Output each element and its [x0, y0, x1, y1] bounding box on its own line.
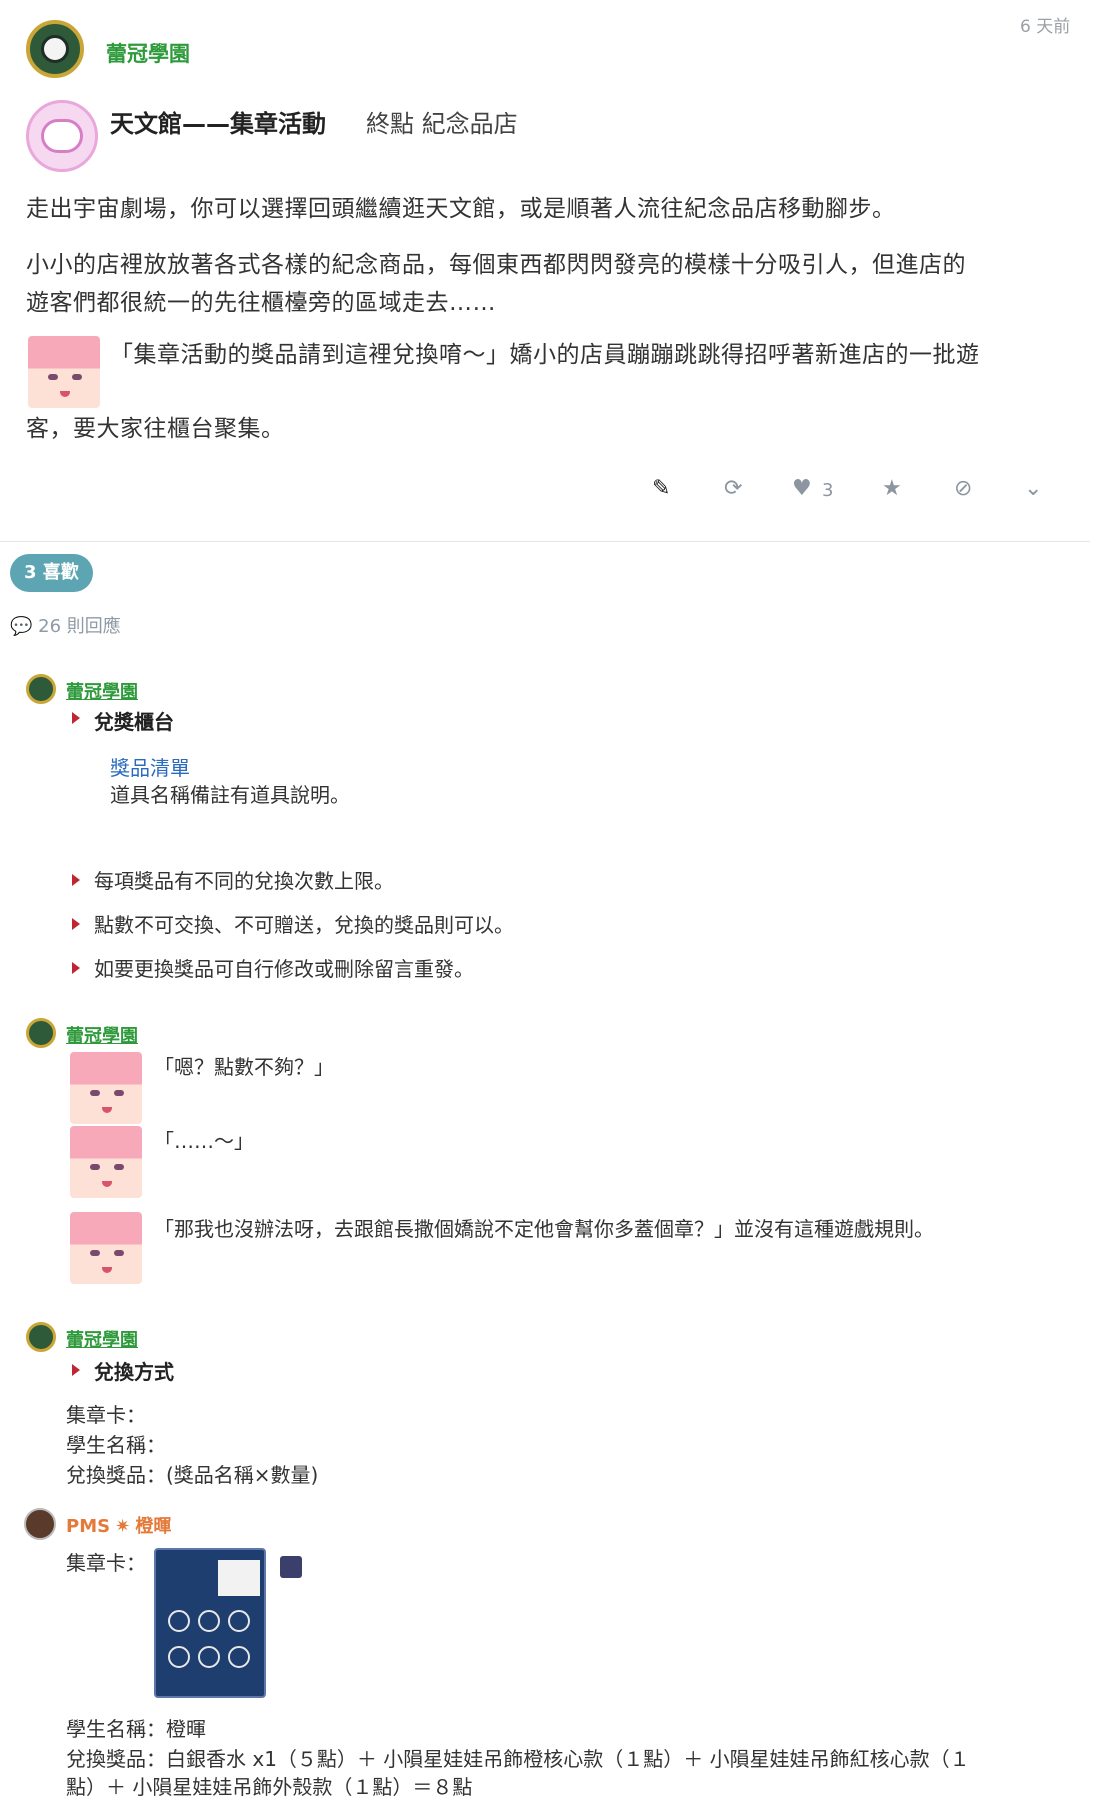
paragraph-2b: 遊客們都很統一的先往櫃檯旁的區域走去……	[26, 290, 496, 316]
clerk-avatar	[70, 1126, 142, 1198]
rule-3: 如要更換獎品可自行修改或刪除留言重發。	[94, 957, 474, 981]
post-author[interactable]: 蕾冠學園	[106, 38, 190, 68]
heart-icon[interactable]: ♥	[792, 476, 812, 501]
stamp-dot	[168, 1646, 190, 1668]
reply-student: 學生名稱：橙暉	[66, 1717, 206, 1741]
rule-1: 每項獎品有不同的兌換次數上限。	[94, 869, 394, 893]
post-title: 天文館——集章活動	[110, 110, 326, 138]
stamp-dot	[228, 1610, 250, 1632]
format-line-3: 兌換獎品：(獎品名稱×數量)	[66, 1463, 319, 1487]
quote2-author[interactable]: 蕾冠學園	[66, 1022, 138, 1048]
quote3-author[interactable]: 蕾冠學園	[66, 1326, 138, 1352]
reply-author[interactable]: PMS	[66, 1516, 110, 1537]
reply-card-label: 集章卡：	[66, 1551, 146, 1575]
reply-prize-2: 點）＋ 小隕星娃娃吊飾外殼款（１點）＝８點	[66, 1775, 473, 1799]
like-count[interactable]: 3	[822, 480, 833, 501]
flag-icon[interactable]: ⊘	[954, 476, 972, 501]
reply-prize-1: 兌換獎品：白銀香水 x1（５點）＋ 小隕星娃娃吊飾橙核心款（１點）＋ 小隕星娃娃…	[66, 1747, 970, 1771]
likes-pill[interactable]: 3 喜歡	[10, 554, 93, 592]
refresh-icon[interactable]: ⟳	[724, 476, 742, 501]
dialogue-1: 「嗯？點數不夠？」	[154, 1055, 334, 1079]
bullet-icon	[72, 962, 80, 974]
stamp-card-image[interactable]	[154, 1548, 266, 1698]
quote1-avatar[interactable]	[26, 674, 56, 704]
chevron-down-icon[interactable]: ⌄	[1024, 476, 1042, 501]
stamp-dot	[168, 1610, 190, 1632]
quote3-avatar[interactable]	[26, 1322, 56, 1352]
stamp-dot	[228, 1646, 250, 1668]
reply-avatar[interactable]	[24, 1508, 56, 1540]
forum-logo[interactable]	[26, 20, 84, 78]
quote1-author[interactable]: 蕾冠學園	[66, 678, 138, 704]
format-line-1: 集章卡：	[66, 1403, 146, 1427]
paragraph-3b: 客，要大家往櫃台聚集。	[26, 416, 285, 442]
reply-count-label: 26 則回應	[38, 616, 121, 637]
reply-name[interactable]: 橙暉	[135, 1516, 171, 1537]
quote1-title: 兌獎櫃台	[94, 710, 174, 734]
dialogue-2: 「……～」	[154, 1129, 254, 1153]
comment-icon: 💬	[10, 616, 33, 637]
expand-image-icon[interactable]	[280, 1556, 302, 1578]
card-text-block	[218, 1560, 260, 1596]
post-time[interactable]: 6 天前	[1020, 12, 1070, 37]
bullet-icon	[72, 712, 80, 724]
paragraph-1: 走出宇宙劇場，你可以選擇回頭繼續逛天文館，或是順著人流往紀念品店移動腳步。	[26, 196, 896, 222]
post-subtitle: 終點 紀念品店	[366, 110, 518, 138]
dialogue-3: 「那我也沒辦法呀，去跟館長撒個嬌說不定他會幫你多蓋個章？」並沒有這種遊戲規則。	[154, 1217, 934, 1241]
bullet-icon	[72, 918, 80, 930]
stamp-dot	[198, 1646, 220, 1668]
mute-icon[interactable]: ✎	[652, 476, 670, 501]
clerk-avatar	[28, 336, 100, 408]
paragraph-2a: 小小的店裡放放著各式各樣的紀念商品，每個東西都閃閃發亮的模樣十分吸引人，但進店的	[26, 252, 966, 278]
reply-count[interactable]: 💬 26 則回應	[10, 612, 121, 638]
stamp-dot	[198, 1610, 220, 1632]
quote3-title: 兌換方式	[94, 1360, 174, 1384]
bullet-icon	[72, 1364, 80, 1376]
quote1-note: 道具名稱備註有道具說明。	[110, 783, 350, 807]
star-icon[interactable]: ★	[882, 476, 902, 501]
paragraph-3a: 「集章活動的獎品請到這裡兌換唷～」嬌小的店員蹦蹦跳跳得招呼著新進店的一批遊	[110, 342, 980, 368]
logo-emblem	[41, 35, 69, 63]
reply-author-line[interactable]: PMS ✷ 橙暉	[66, 1512, 171, 1538]
format-line-2: 學生名稱：	[66, 1433, 166, 1457]
divider	[0, 541, 1090, 542]
bullet-icon	[72, 874, 80, 886]
star-icon: ✷	[115, 1516, 131, 1537]
rule-2: 點數不可交換、不可贈送，兌換的獎品則可以。	[94, 913, 514, 937]
clerk-avatar	[70, 1212, 142, 1284]
title-badge-icon	[26, 100, 98, 172]
prize-list-link[interactable]: 獎品清單	[110, 752, 190, 781]
quote2-avatar[interactable]	[26, 1018, 56, 1048]
clerk-avatar	[70, 1052, 142, 1124]
